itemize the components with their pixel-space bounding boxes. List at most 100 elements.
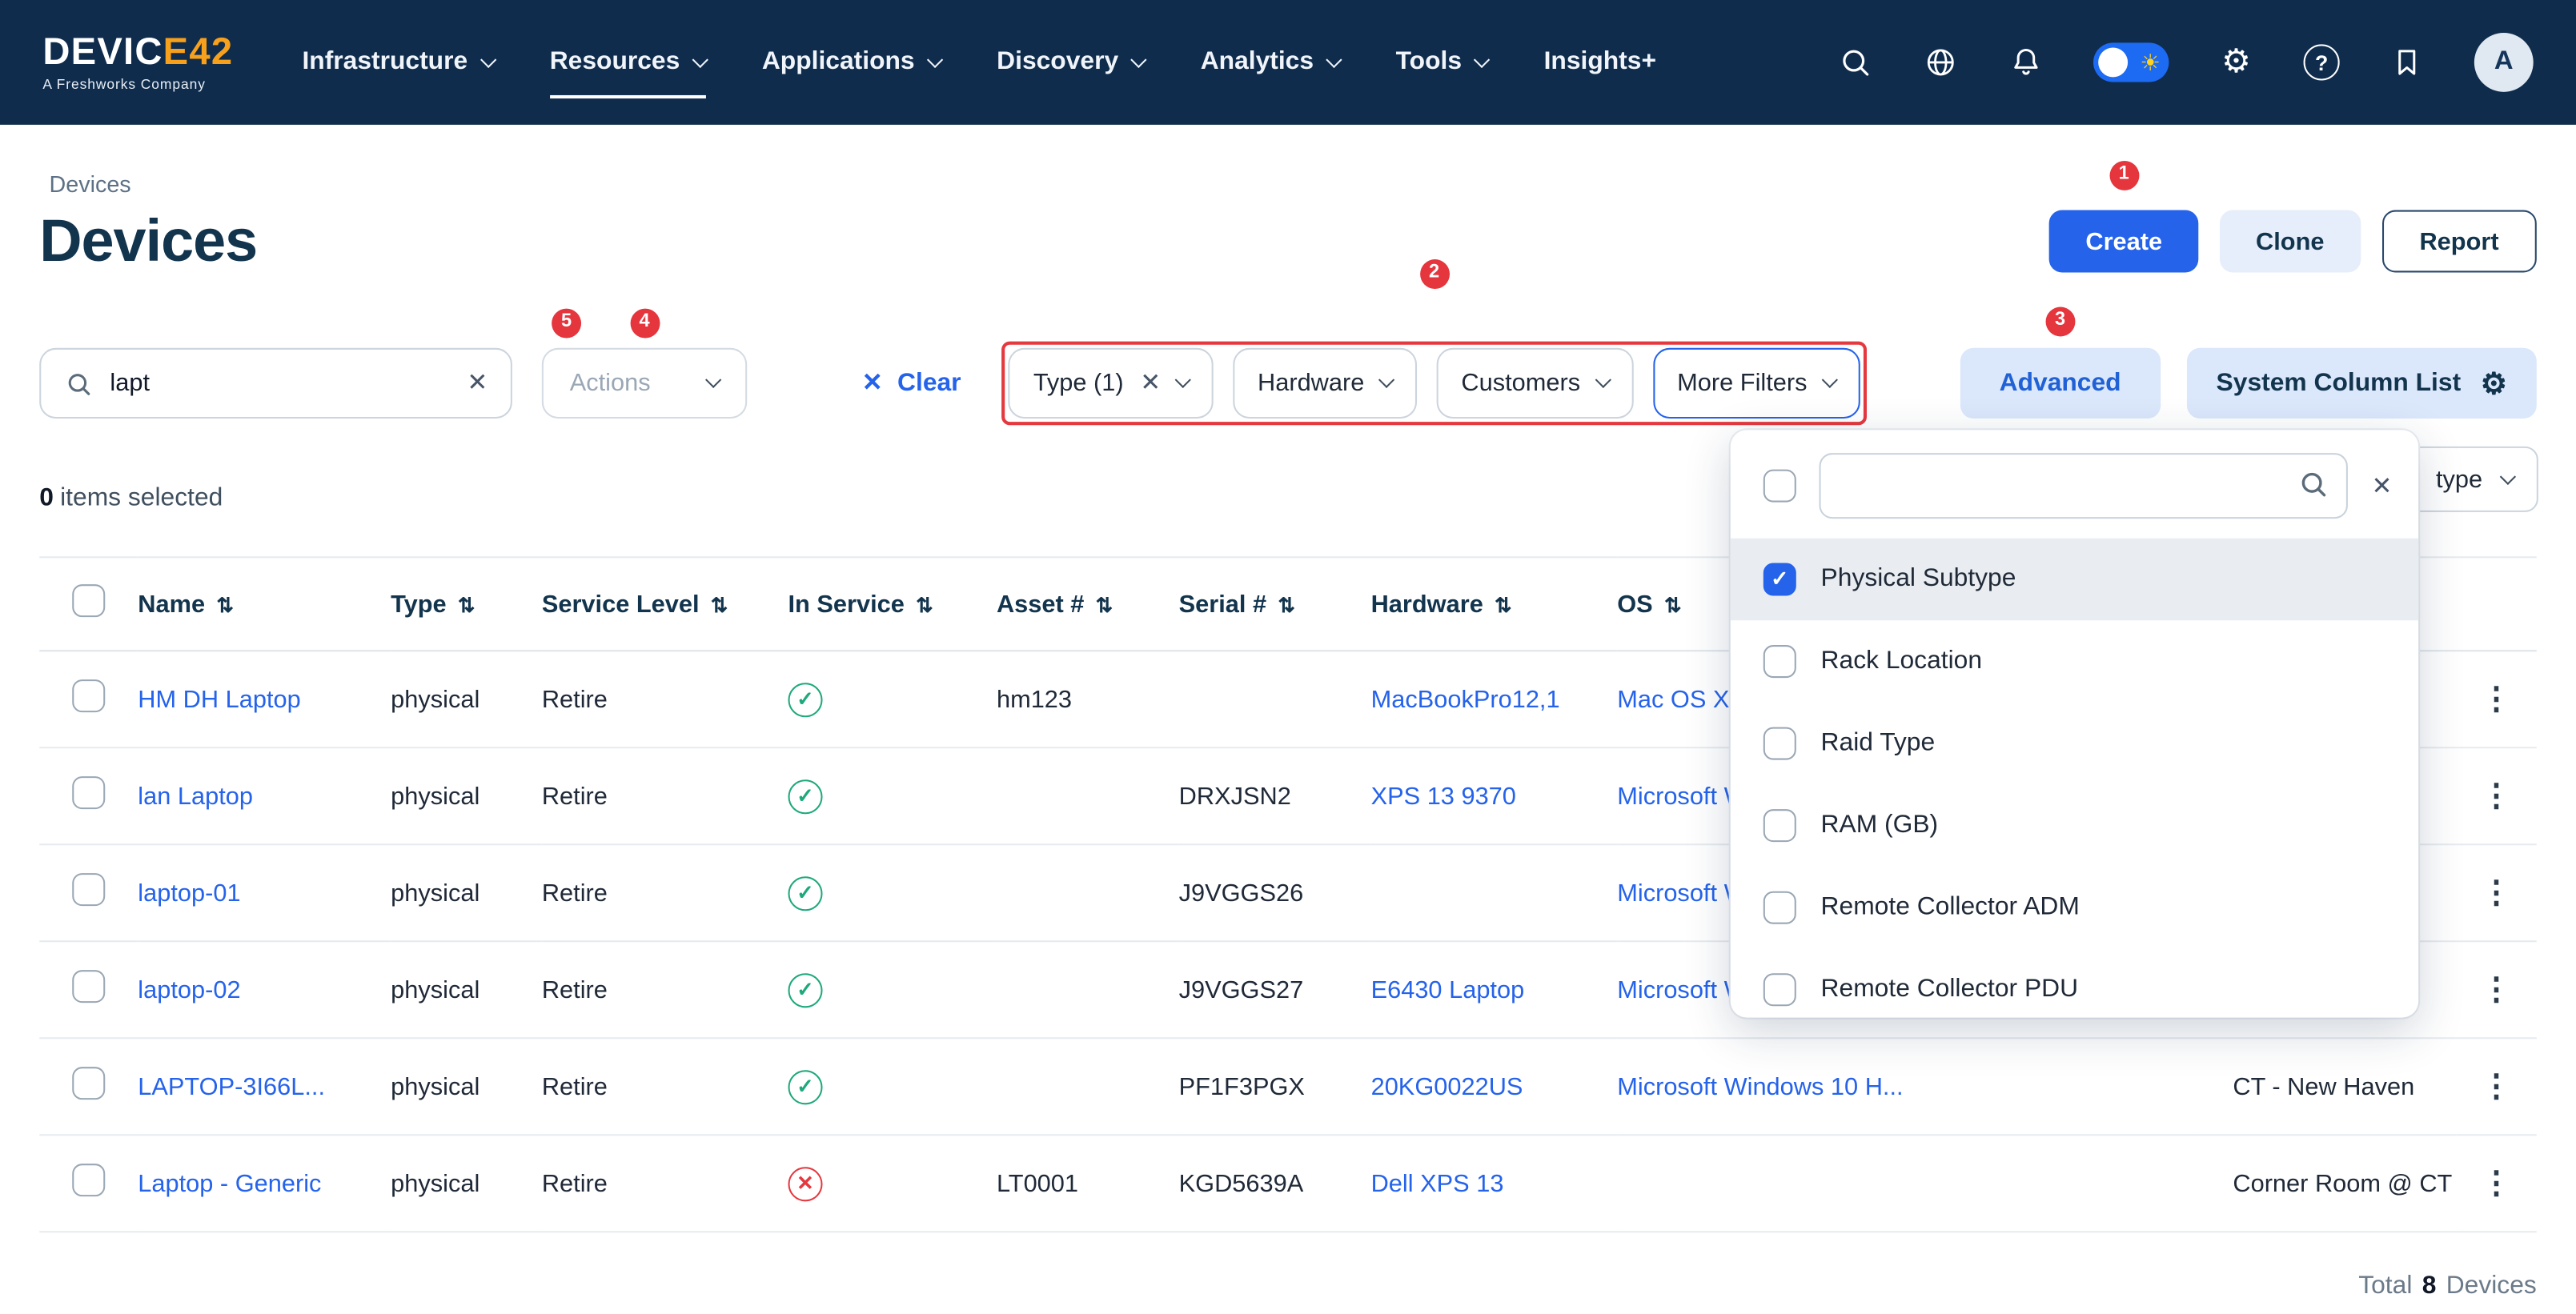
advanced-button[interactable]: Advanced 3: [1960, 348, 2160, 419]
row-checkbox[interactable]: [72, 776, 105, 809]
option-checkbox[interactable]: [1763, 727, 1796, 760]
theme-toggle[interactable]: [2093, 42, 2169, 82]
column-header-asset[interactable]: Asset #: [997, 557, 1179, 651]
device-name-link[interactable]: LAPTOP-3I66L...: [138, 1072, 325, 1100]
cell-serial: [1179, 651, 1371, 747]
sort-icon[interactable]: [1096, 593, 1113, 616]
create-button[interactable]: Create 1: [2049, 210, 2198, 273]
column-header-in-service[interactable]: In Service: [788, 557, 996, 651]
gear-icon[interactable]: [2218, 44, 2254, 80]
clear-filters-button[interactable]: Clear: [862, 368, 961, 398]
remove-type-filter-icon[interactable]: [1140, 371, 1161, 396]
hardware-link[interactable]: E6430 Laptop: [1371, 975, 1525, 1004]
device-name-link[interactable]: HM DH Laptop: [138, 685, 300, 713]
nav-discovery[interactable]: Discovery: [997, 0, 1145, 125]
option-checkbox[interactable]: [1763, 645, 1796, 678]
device-name-link[interactable]: laptop-02: [138, 975, 240, 1004]
row-checkbox[interactable]: [72, 970, 105, 1003]
panel-select-all-checkbox[interactable]: [1763, 470, 1796, 503]
customers-filter-dropdown[interactable]: Customers: [1437, 348, 1633, 419]
cell-type: physical: [391, 1135, 542, 1232]
row-menu-kebab-icon[interactable]: [2481, 1069, 2512, 1104]
system-column-list-button[interactable]: System Column List: [2187, 348, 2537, 419]
sort-icon[interactable]: [1278, 593, 1295, 616]
device42-logo[interactable]: DEVICE42 A Freshworks Company: [42, 33, 233, 92]
os-link[interactable]: Microsoft W: [1617, 879, 1747, 907]
nav-tools[interactable]: Tools: [1396, 0, 1488, 125]
row-menu-kebab-icon[interactable]: [2481, 1166, 2512, 1200]
row-menu-kebab-icon[interactable]: [2481, 779, 2512, 813]
sort-icon[interactable]: [1664, 593, 1682, 616]
nav-analytics[interactable]: Analytics: [1201, 0, 1340, 125]
os-link[interactable]: Microsoft W: [1617, 782, 1747, 810]
hardware-link[interactable]: 20KG0022US: [1371, 1072, 1523, 1100]
row-checkbox[interactable]: [72, 1164, 105, 1196]
actions-dropdown[interactable]: Actions 4: [542, 348, 747, 419]
column-header-hardware[interactable]: Hardware: [1371, 557, 1618, 651]
column-header-name[interactable]: Name: [138, 557, 391, 651]
device-name-link[interactable]: laptop-01: [138, 879, 240, 907]
row-menu-kebab-icon[interactable]: [2481, 972, 2512, 1007]
sort-icon[interactable]: [916, 593, 933, 616]
more-filters-dropdown[interactable]: More Filters: [1652, 348, 1860, 419]
sort-icon[interactable]: [458, 593, 475, 616]
chevron-down-icon: [1175, 372, 1191, 388]
nav-insights-plus[interactable]: Insights+: [1544, 0, 1656, 125]
panel-search-input[interactable]: [1820, 453, 2349, 519]
search-input[interactable]: [110, 369, 450, 397]
nav-applications[interactable]: Applications: [762, 0, 941, 125]
panel-option-rack-location[interactable]: Rack Location: [1731, 620, 2418, 703]
search-icon: [64, 368, 94, 398]
row-checkbox[interactable]: [72, 1067, 105, 1100]
os-link[interactable]: Microsoft Windows 10 H...: [1617, 1072, 1903, 1100]
option-checkbox[interactable]: [1763, 809, 1796, 842]
clone-button[interactable]: Clone: [2220, 210, 2361, 273]
option-checkbox[interactable]: [1763, 563, 1796, 595]
os-link[interactable]: Microsoft W: [1617, 975, 1747, 1004]
panel-option-ram-gb[interactable]: RAM (GB): [1731, 784, 2418, 867]
nav-infrastructure[interactable]: Infrastructure: [302, 0, 494, 125]
panel-option-raid-type[interactable]: Raid Type: [1731, 703, 2418, 785]
nav-resources[interactable]: Resources: [550, 0, 706, 125]
sort-icon[interactable]: [1495, 593, 1512, 616]
option-checkbox[interactable]: [1763, 891, 1796, 924]
search-icon[interactable]: [1837, 44, 1873, 80]
panel-option-physical-subtype[interactable]: Physical Subtype: [1731, 539, 2418, 621]
column-label: In Service: [788, 590, 904, 618]
panel-option-remote-collector-adm[interactable]: Remote Collector ADM: [1731, 867, 2418, 949]
sort-icon[interactable]: [216, 593, 234, 616]
hardware-link[interactable]: MacBookPro12,1: [1371, 685, 1560, 713]
column-header-serial[interactable]: Serial #: [1179, 557, 1371, 651]
report-button[interactable]: Report: [2381, 210, 2536, 273]
clear-search-icon[interactable]: [467, 371, 488, 396]
type-filter-dropdown[interactable]: Type (1): [1009, 348, 1214, 419]
option-checkbox[interactable]: [1763, 973, 1796, 1006]
bell-icon[interactable]: [2008, 44, 2044, 80]
sort-icon[interactable]: [711, 593, 728, 616]
hardware-link[interactable]: Dell XPS 13: [1371, 1169, 1504, 1197]
row-checkbox[interactable]: [72, 679, 105, 712]
panel-option-remote-collector-pdu[interactable]: Remote Collector PDU: [1731, 948, 2418, 1017]
column-header-service-level[interactable]: Service Level: [542, 557, 788, 651]
chevron-down-icon: [480, 51, 496, 67]
select-all-checkbox[interactable]: [72, 584, 105, 617]
row-checkbox[interactable]: [72, 873, 105, 906]
nav-label: Infrastructure: [302, 47, 467, 77]
avatar[interactable]: A: [2474, 33, 2534, 92]
globe-icon[interactable]: [1923, 44, 1959, 80]
hardware-filter-dropdown[interactable]: Hardware: [1233, 348, 1417, 419]
breadcrumb[interactable]: Devices: [50, 170, 2537, 197]
close-panel-icon[interactable]: [2372, 474, 2393, 499]
cell-asset: hm123: [997, 651, 1179, 747]
help-icon[interactable]: [2304, 44, 2340, 80]
device-search-box[interactable]: 5: [39, 348, 512, 419]
row-menu-kebab-icon[interactable]: [2481, 875, 2512, 910]
bookmark-icon[interactable]: [2389, 44, 2425, 80]
device-name-link[interactable]: Laptop - Generic: [138, 1169, 321, 1197]
device-name-link[interactable]: lan Laptop: [138, 782, 253, 810]
os-link[interactable]: Mac OS X: [1617, 685, 1729, 713]
row-menu-kebab-icon[interactable]: [2481, 682, 2512, 716]
column-header-type[interactable]: Type: [391, 557, 542, 651]
cell-type: physical: [391, 651, 542, 747]
hardware-link[interactable]: XPS 13 9370: [1371, 782, 1516, 810]
